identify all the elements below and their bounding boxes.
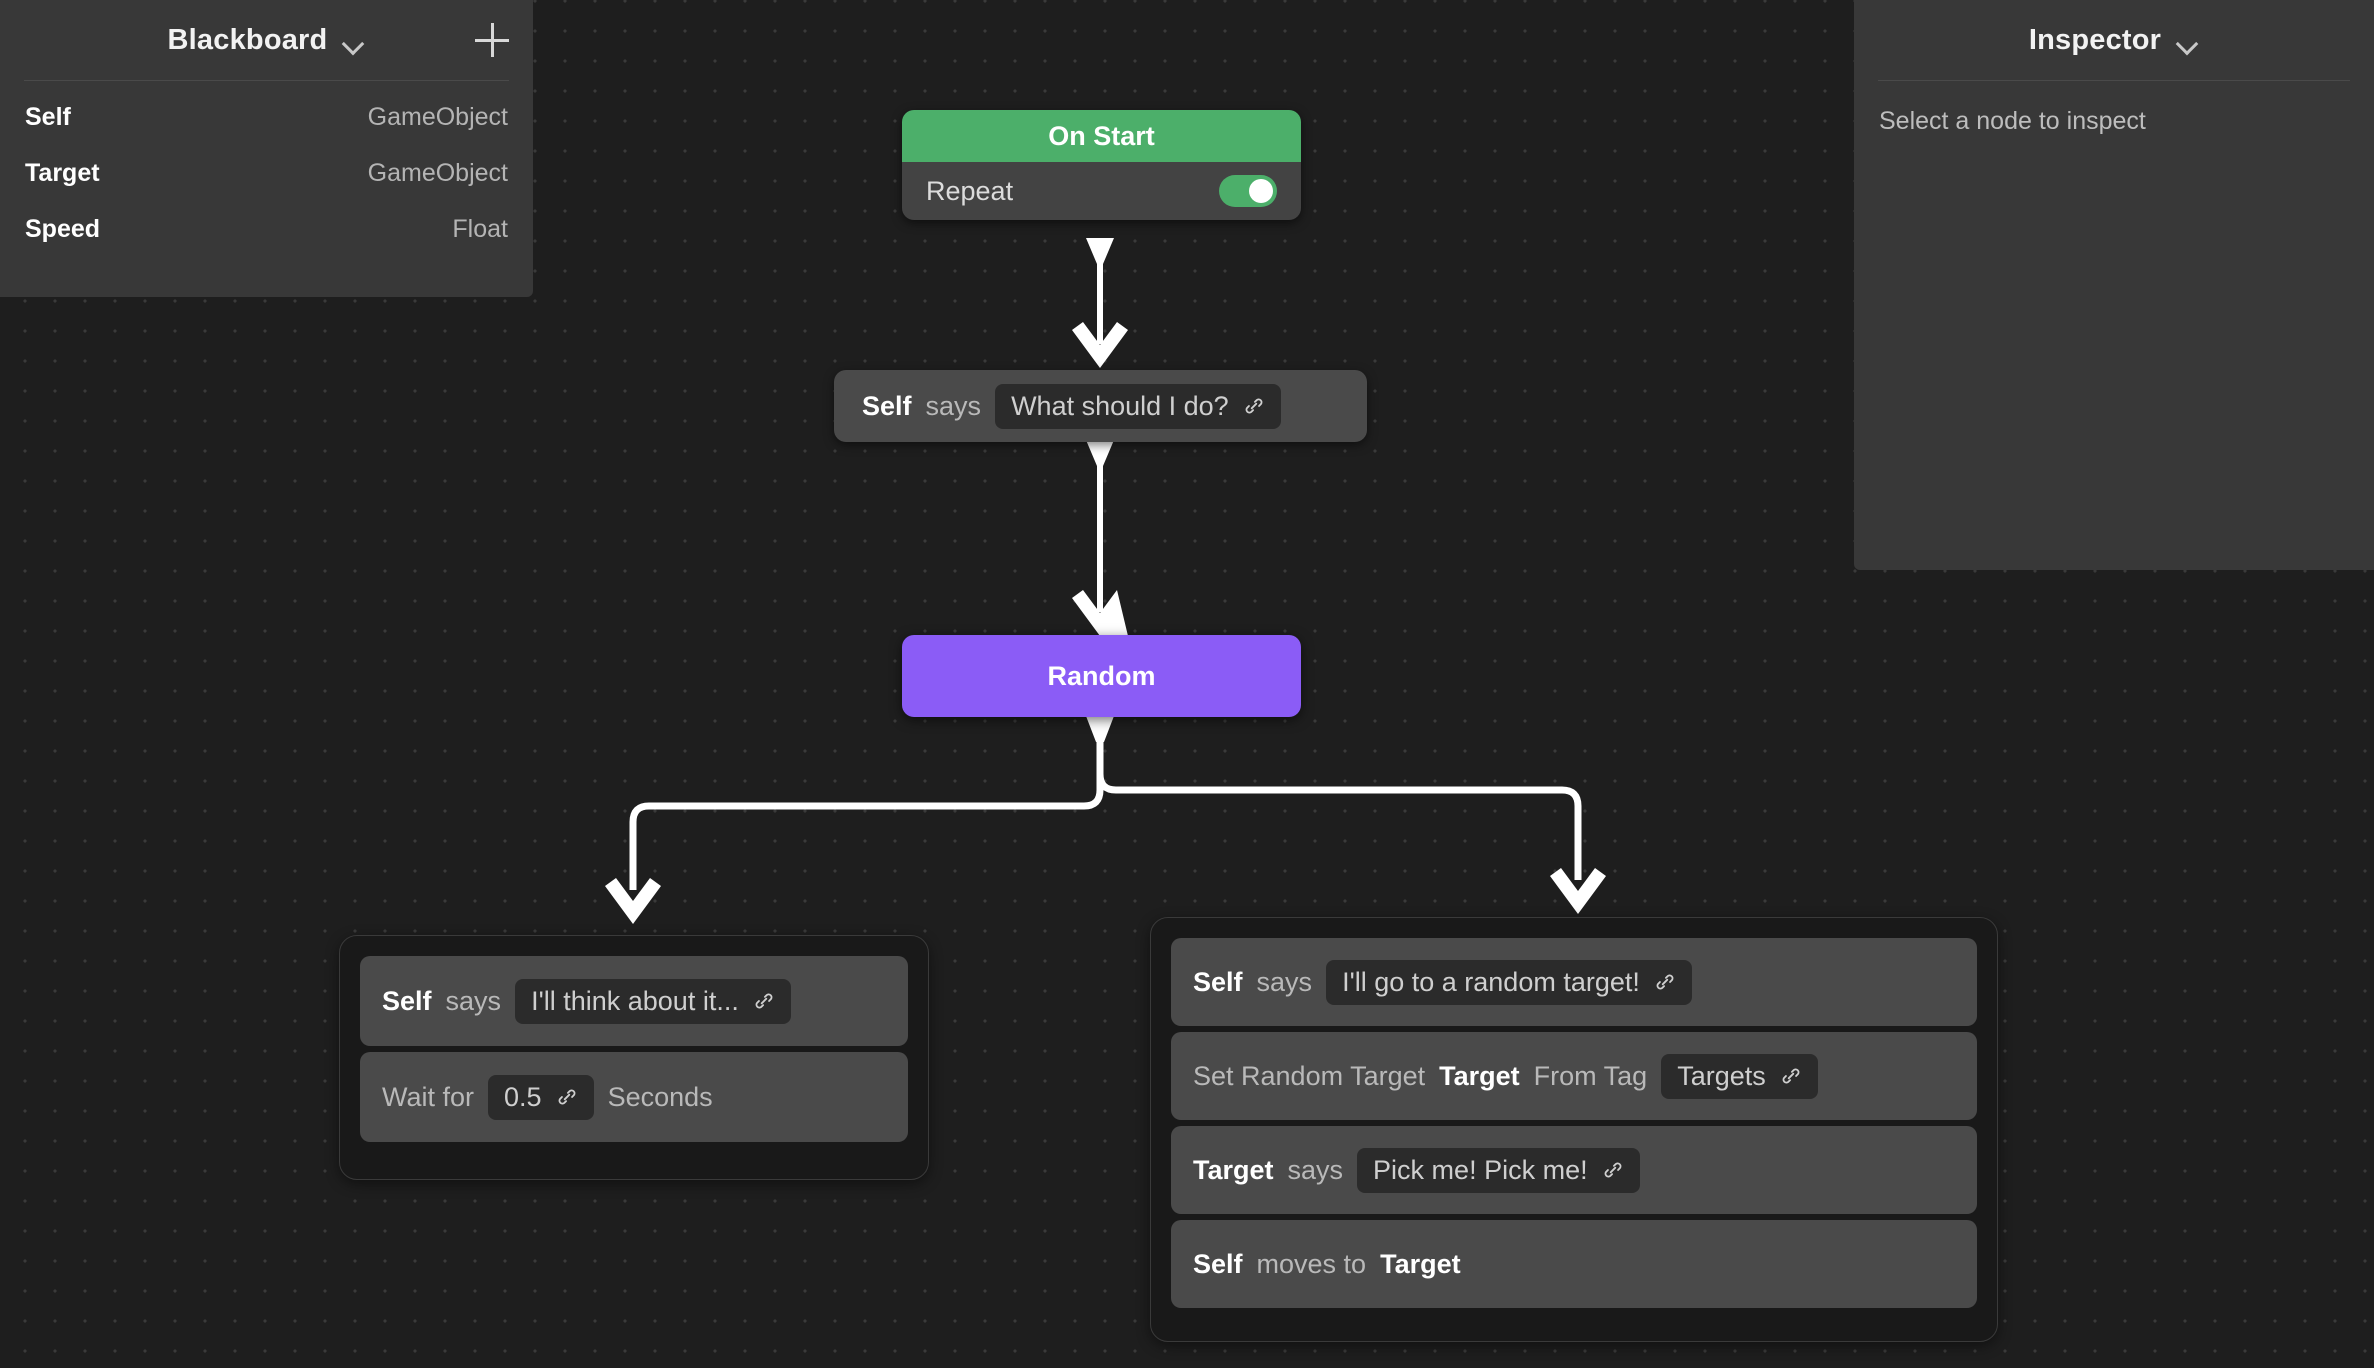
node-self-says-root[interactable]: Self says What should I do?: [834, 370, 1367, 442]
statement-verb: says: [446, 986, 502, 1017]
blackboard-row[interactable]: Speed Float: [0, 201, 533, 257]
inspector-panel: Inspector Select a node to inspect: [1854, 0, 2374, 570]
blackboard-variable-list: Self GameObject Target GameObject Speed …: [0, 81, 533, 257]
blackboard-row[interactable]: Self GameObject: [0, 89, 533, 145]
chevron-down-icon[interactable]: [2177, 36, 2199, 49]
group-left-branch[interactable]: Self says I'll think about it... Wait fo…: [339, 935, 929, 1180]
link-icon[interactable]: [1602, 1159, 1624, 1181]
statement-object: Target: [1380, 1249, 1461, 1280]
statement-subject: Self: [1193, 1249, 1243, 1280]
inspector-header: Inspector: [1854, 0, 2374, 80]
blackboard-row[interactable]: Target GameObject: [0, 145, 533, 201]
statement-subject: Target: [1193, 1155, 1274, 1186]
statement-verb: says: [926, 391, 982, 422]
repeat-toggle[interactable]: [1219, 175, 1277, 207]
group-right-branch[interactable]: Self says I'll go to a random target! Se…: [1150, 917, 1998, 1342]
link-icon[interactable]: [556, 1086, 578, 1108]
node-graph-editor: Blackboard Self GameObject Target GameOb…: [0, 0, 2374, 1368]
link-icon[interactable]: [1654, 971, 1676, 993]
statement-subject: Self: [862, 391, 912, 422]
statement-verb: From Tag: [1534, 1061, 1648, 1092]
wait-suffix-label: Seconds: [608, 1082, 713, 1113]
statement-subject: Target: [1439, 1061, 1520, 1092]
field-value: Targets: [1677, 1061, 1766, 1092]
field-value: Pick me! Pick me!: [1373, 1155, 1588, 1186]
dialogue-text-field[interactable]: What should I do?: [995, 384, 1281, 429]
field-value: I'll think about it...: [531, 986, 739, 1017]
repeat-label: Repeat: [926, 176, 1013, 207]
statement-subject: Self: [1193, 967, 1243, 998]
statement-subject: Self: [382, 986, 432, 1017]
variable-name: Target: [25, 159, 100, 188]
variable-type: GameObject: [368, 103, 508, 132]
add-blackboard-variable-button[interactable]: [475, 23, 509, 57]
link-icon[interactable]: [753, 990, 775, 1012]
inspector-empty-message: Select a node to inspect: [1854, 81, 2374, 136]
statement-verb: says: [1257, 967, 1313, 998]
node-target-says-pick-me[interactable]: Target says Pick me! Pick me!: [1171, 1126, 1977, 1214]
blackboard-header: Blackboard: [0, 0, 533, 80]
wire-onstart-to-say: [1072, 238, 1128, 368]
link-icon[interactable]: [1780, 1065, 1802, 1087]
node-random-selector[interactable]: Random: [902, 635, 1301, 717]
dialogue-text-field[interactable]: Pick me! Pick me!: [1357, 1148, 1640, 1193]
blackboard-panel: Blackboard Self GameObject Target GameOb…: [0, 0, 533, 297]
inspector-title: Inspector: [2029, 24, 2161, 57]
link-icon[interactable]: [1243, 395, 1265, 417]
node-on-start[interactable]: On Start Repeat: [902, 110, 1301, 220]
wire-random-taper: [1086, 716, 1114, 742]
node-self-moves-to-target[interactable]: Self moves to Target: [1171, 1220, 1977, 1308]
variable-name: Self: [25, 103, 71, 132]
statement-verb: moves to: [1257, 1249, 1367, 1280]
field-value: What should I do?: [1011, 391, 1229, 422]
variable-type: Float: [452, 215, 508, 244]
wait-prefix-label: Wait for: [382, 1082, 474, 1113]
field-value: 0.5: [504, 1082, 542, 1113]
node-self-says-random-target[interactable]: Self says I'll go to a random target!: [1171, 938, 1977, 1026]
wait-duration-field[interactable]: 0.5: [488, 1075, 594, 1120]
chevron-down-icon[interactable]: [343, 36, 365, 49]
statement-verb: says: [1288, 1155, 1344, 1186]
wire-random-split: [633, 726, 1578, 890]
node-wait-for-seconds[interactable]: Wait for 0.5 Seconds: [360, 1052, 908, 1142]
on-start-title: On Start: [902, 110, 1301, 162]
toggle-knob: [1249, 179, 1273, 203]
node-self-says-think[interactable]: Self says I'll think about it...: [360, 956, 908, 1046]
set-random-target-label: Set Random Target: [1193, 1061, 1425, 1092]
variable-name: Speed: [25, 215, 100, 244]
on-start-body: Repeat: [902, 162, 1301, 220]
node-set-random-target[interactable]: Set Random Target Target From Tag Target…: [1171, 1032, 1977, 1120]
wire-arrowheads: [605, 868, 1606, 924]
dialogue-text-field[interactable]: I'll think about it...: [515, 979, 791, 1024]
blackboard-title: Blackboard: [168, 24, 328, 57]
dialogue-text-field[interactable]: I'll go to a random target!: [1326, 960, 1692, 1005]
variable-type: GameObject: [368, 159, 508, 188]
field-value: I'll go to a random target!: [1342, 967, 1640, 998]
wire-say-to-random: [1072, 440, 1128, 636]
tag-field[interactable]: Targets: [1661, 1054, 1818, 1099]
